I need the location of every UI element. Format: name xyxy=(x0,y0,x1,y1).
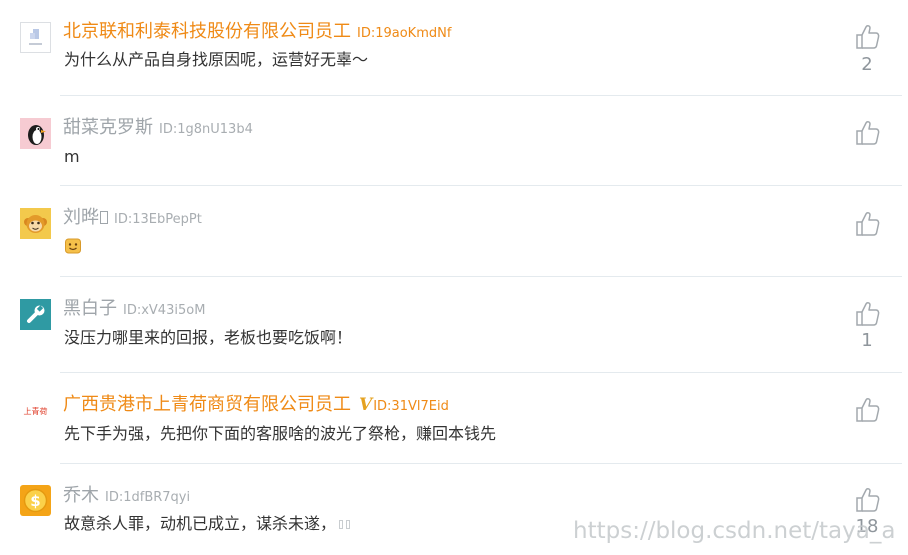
comment-content: 先下手为强，先把你下面的客服啥的波光了祭枪，赚回本钱先 xyxy=(64,424,497,443)
coin-icon: $ xyxy=(23,488,48,513)
company-logo-text: 上青荷 xyxy=(24,406,48,416)
comment-author[interactable]: 广西贵港市上青荷商贸有限公司员工 VID:31Vl7Eid xyxy=(63,395,449,417)
comment-content: 为什么从产品自身找原因呢，运营好无辜～ xyxy=(64,50,369,69)
thumbs-up-icon[interactable] xyxy=(852,299,882,329)
comment-content: m xyxy=(64,147,80,166)
user-id: ID:31Vl7Eid xyxy=(373,399,449,414)
author-name[interactable]: 黑白子 xyxy=(63,298,117,319)
comment-author[interactable]: 刘晔 ID:13EbPepPt xyxy=(63,208,202,230)
user-id: ID:xV43i5oM xyxy=(123,303,206,318)
avatar[interactable] xyxy=(20,299,51,330)
avatar[interactable]: $ xyxy=(20,485,51,516)
like-count: 1 xyxy=(861,330,873,351)
avatar[interactable] xyxy=(20,22,51,53)
missing-glyph xyxy=(339,520,344,529)
author-name[interactable]: 广西贵港市上青荷商贸有限公司员工 xyxy=(63,394,351,415)
company-logo-placeholder-icon xyxy=(29,29,42,45)
comment-content xyxy=(64,237,82,260)
user-id: ID:13EbPepPt xyxy=(114,212,202,227)
comment-item: 北京联和利泰科技股份有限公司员工 ID:19aoKmdNf 为什么从产品自身找原因… xyxy=(0,0,908,96)
avatar[interactable]: 上青荷 xyxy=(20,395,51,426)
avatar[interactable] xyxy=(20,208,51,239)
thumbs-up-icon[interactable] xyxy=(852,209,882,239)
comment-item: 上青荷 广西贵港市上青荷商贸有限公司员工 VID:31Vl7Eid 先下手为强，先… xyxy=(0,373,908,464)
comment-content: 故意杀人罪，动机已成立，谋杀未遂， xyxy=(64,514,351,534)
author-name[interactable]: 甜菜克罗斯 xyxy=(63,117,153,138)
comment-author[interactable]: 北京联和利泰科技股份有限公司员工 ID:19aoKmdNf xyxy=(63,22,451,44)
penguin-icon xyxy=(28,125,46,145)
user-id: ID:1dfBR7qyi xyxy=(105,490,191,505)
comment-item: 刘晔 ID:13EbPepPt xyxy=(0,186,908,277)
company-logo-icon: 上青荷 xyxy=(24,406,48,416)
author-name[interactable]: 乔木 xyxy=(63,485,99,506)
thumbs-up-icon[interactable] xyxy=(852,395,882,425)
thumbs-up-icon[interactable] xyxy=(852,485,882,515)
author-name[interactable]: 北京联和利泰科技股份有限公司员工 xyxy=(63,21,351,42)
verified-badge: V xyxy=(359,395,373,415)
comment-list: 北京联和利泰科技股份有限公司员工 ID:19aoKmdNf 为什么从产品自身找原因… xyxy=(0,0,908,555)
monkey-icon xyxy=(24,215,47,233)
smiley-emoji-icon xyxy=(65,238,81,254)
wrench-icon xyxy=(27,305,45,323)
missing-glyph xyxy=(100,211,108,224)
svg-text:$: $ xyxy=(30,492,40,510)
missing-glyph xyxy=(346,520,351,529)
comment-author[interactable]: 黑白子 ID:xV43i5oM xyxy=(63,299,205,321)
avatar[interactable] xyxy=(20,118,51,149)
comment-author[interactable]: 甜菜克罗斯 ID:1g8nU13b4 xyxy=(63,118,253,140)
comment-author[interactable]: 乔木 ID:1dfBR7qyi xyxy=(63,486,190,508)
author-name[interactable]: 刘晔 xyxy=(63,207,99,228)
watermark: https://blog.csdn.net/taya_a xyxy=(573,518,896,544)
like-count: 2 xyxy=(861,54,873,75)
thumbs-up-icon[interactable] xyxy=(852,118,882,148)
comment-content: 没压力哪里来的回报，老板也要吃饭啊！ xyxy=(64,328,353,347)
comment-text: 故意杀人罪，动机已成立，谋杀未遂， xyxy=(64,514,337,533)
comment-item: 黑白子 ID:xV43i5oM 没压力哪里来的回报，老板也要吃饭啊！ 1 xyxy=(0,277,908,373)
thumbs-up-icon[interactable] xyxy=(852,22,882,52)
user-id: ID:1g8nU13b4 xyxy=(159,122,253,137)
user-id: ID:19aoKmdNf xyxy=(357,26,452,41)
comment-item: 甜菜克罗斯 ID:1g8nU13b4 m xyxy=(0,96,908,186)
